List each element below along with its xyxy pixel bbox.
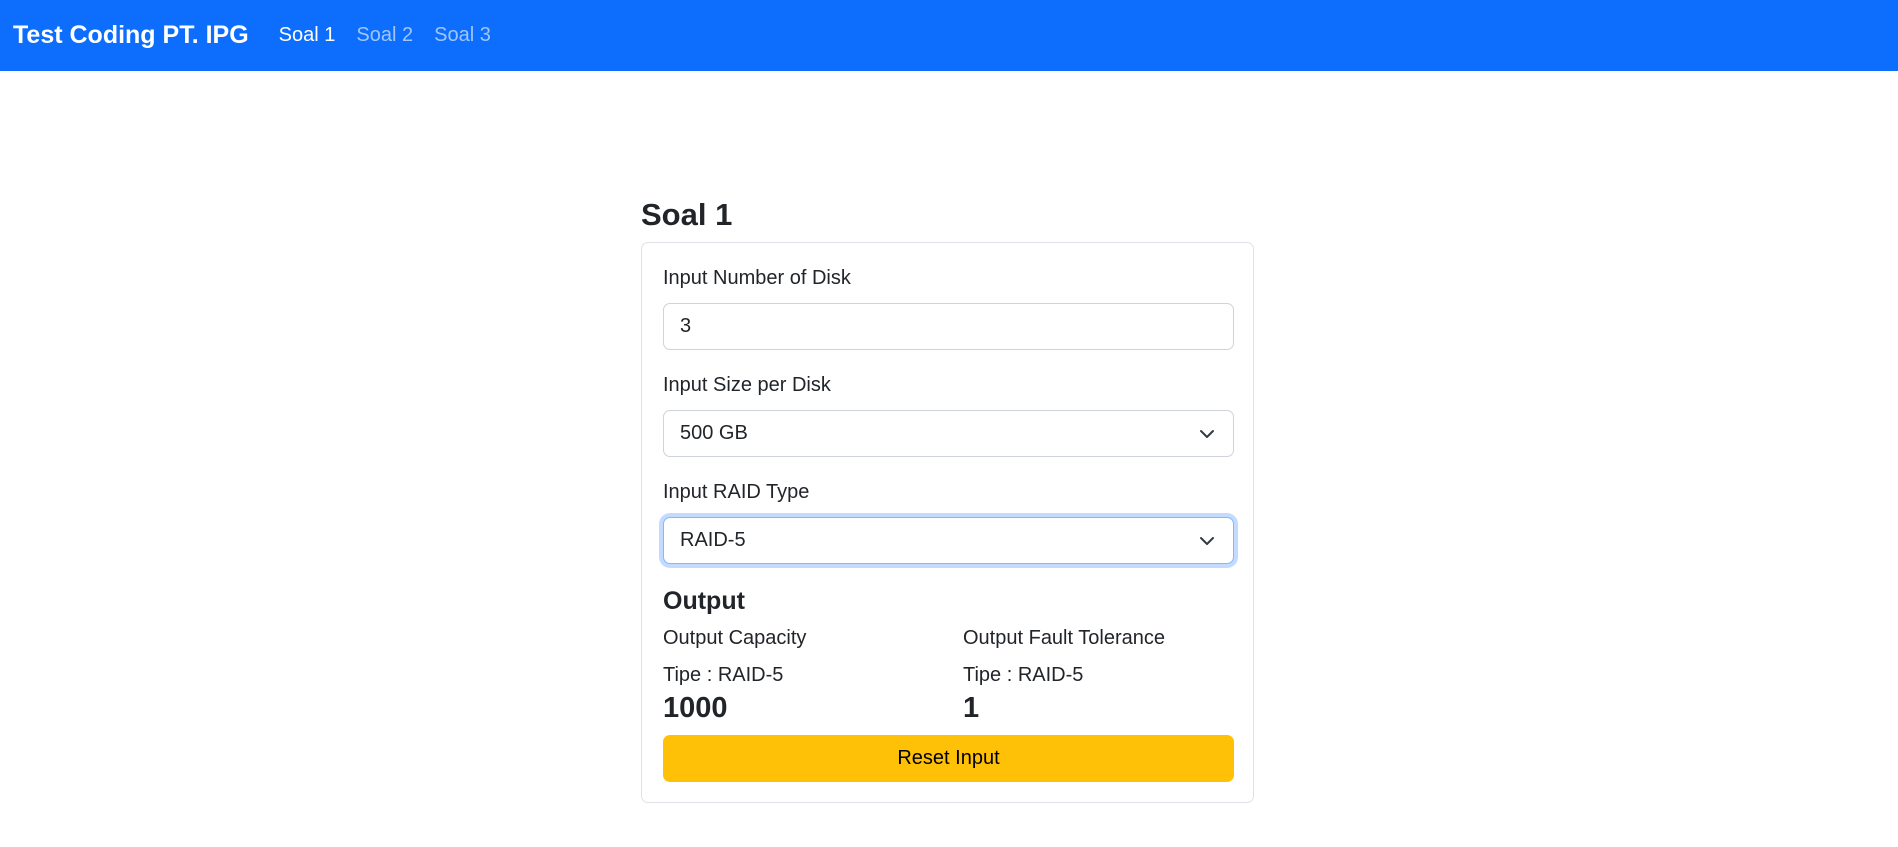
chevron-down-icon <box>1200 430 1214 438</box>
navbar: Test Coding PT. IPG Soal 1 Soal 2 Soal 3 <box>0 0 1898 71</box>
nav-link-soal-2[interactable]: Soal 2 <box>356 24 413 47</box>
output-fault-tolerance-label: Output Fault Tolerance <box>963 627 1165 649</box>
reset-input-button[interactable]: Reset Input <box>663 735 1234 782</box>
nav-link-soal-3[interactable]: Soal 3 <box>434 24 491 47</box>
disk-count-input[interactable]: 3 <box>663 303 1234 350</box>
page-title: Soal 1 <box>641 197 733 232</box>
raid-calculator-card: Input Number of Disk 3 Input Size per Di… <box>641 242 1254 803</box>
raid-type-value: RAID-5 <box>680 529 746 551</box>
nav-link-soal-1[interactable]: Soal 1 <box>279 24 336 47</box>
disk-size-select[interactable]: 500 GB <box>663 410 1234 457</box>
disk-count-value: 3 <box>680 315 692 337</box>
raid-type-select[interactable]: RAID-5 <box>663 517 1234 564</box>
disk-size-value: 500 GB <box>680 422 748 444</box>
brand-title[interactable]: Test Coding PT. IPG <box>13 21 249 50</box>
disk-size-label: Input Size per Disk <box>663 374 831 396</box>
output-capacity-value: 1000 <box>663 692 728 724</box>
output-fault-tolerance-value: 1 <box>963 692 980 724</box>
disk-count-label: Input Number of Disk <box>663 267 851 289</box>
output-capacity-label: Output Capacity <box>663 627 807 649</box>
output-fault-tolerance-type: Tipe : RAID-5 <box>963 664 1084 686</box>
raid-type-label: Input RAID Type <box>663 481 810 503</box>
output-heading: Output <box>663 587 745 615</box>
chevron-down-icon <box>1200 537 1214 545</box>
output-capacity-type: Tipe : RAID-5 <box>663 664 784 686</box>
